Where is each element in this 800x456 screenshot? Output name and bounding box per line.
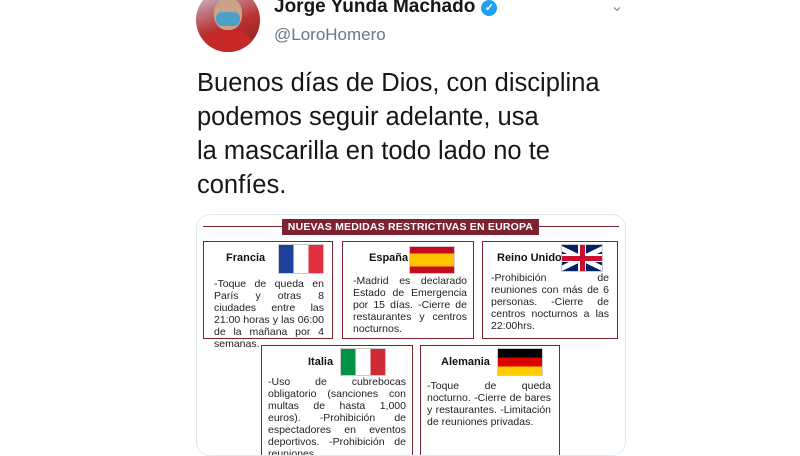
card-text: -Uso de cubrebocas obligatorio (sancione…	[268, 376, 406, 456]
germany-flag-icon	[497, 348, 543, 376]
italy-flag-icon	[340, 348, 386, 376]
avatar-shirt	[202, 30, 254, 52]
card-italia: Italia -Uso de cubrebocas obligatorio (s…	[261, 345, 413, 456]
tweet-text: Buenos días de Dios, con disciplina pode…	[197, 66, 627, 202]
author-name-text[interactable]: Jorge Yunda Machado	[274, 0, 475, 17]
uk-flag-icon	[561, 244, 603, 272]
card-francia: Francia -Toque de queda en París y otras…	[203, 241, 333, 350]
avatar[interactable]	[196, 0, 260, 52]
avatar-mask	[216, 12, 240, 26]
card-text: -Prohibición de reuniones con más de 6 p…	[491, 272, 609, 332]
card-alemania: Alemania -Toque de queda nocturno. -Cier…	[420, 345, 560, 455]
tweet-line: la mascarilla en todo lado no te	[197, 137, 550, 165]
card-text: -Toque de queda nocturno. -Cierre de bar…	[427, 380, 551, 428]
spain-flag-icon	[409, 246, 455, 274]
tweet-line: podemos seguir adelante, usa	[197, 103, 539, 131]
card-reino-unido: Reino Unido -Prohibición de reuniones co…	[482, 241, 618, 339]
card-espana: España -Madrid es declarado Estado de Em…	[342, 241, 474, 339]
card-title: Reino Unido	[497, 252, 562, 264]
card-title: España	[369, 252, 409, 264]
card-text: -Toque de queda en París y otras 8 ciuda…	[214, 278, 324, 350]
verified-badge-icon: ✓	[481, 0, 498, 16]
tweet-line: confíes.	[197, 171, 287, 199]
card-title: Francia	[226, 252, 266, 264]
tweet-media-image[interactable]: NUEVAS MEDIDAS RESTRICTIVAS EN EUROPA Fr…	[196, 214, 626, 456]
tweet-line: Buenos días de Dios, con disciplina	[197, 69, 600, 97]
france-flag-icon	[278, 244, 324, 274]
author-handle[interactable]: @LoroHomero	[274, 25, 386, 45]
card-title: Alemania	[441, 356, 490, 368]
card-text: -Madrid es declarado Estado de Emergenci…	[353, 275, 467, 335]
graphic-banner: NUEVAS MEDIDAS RESTRICTIVAS EN EUROPA	[282, 219, 539, 235]
author-name[interactable]: Jorge Yunda Machado ✓	[274, 0, 498, 18]
card-title: Italia	[308, 356, 334, 368]
chevron-down-icon[interactable]: ⌄	[606, 0, 628, 15]
